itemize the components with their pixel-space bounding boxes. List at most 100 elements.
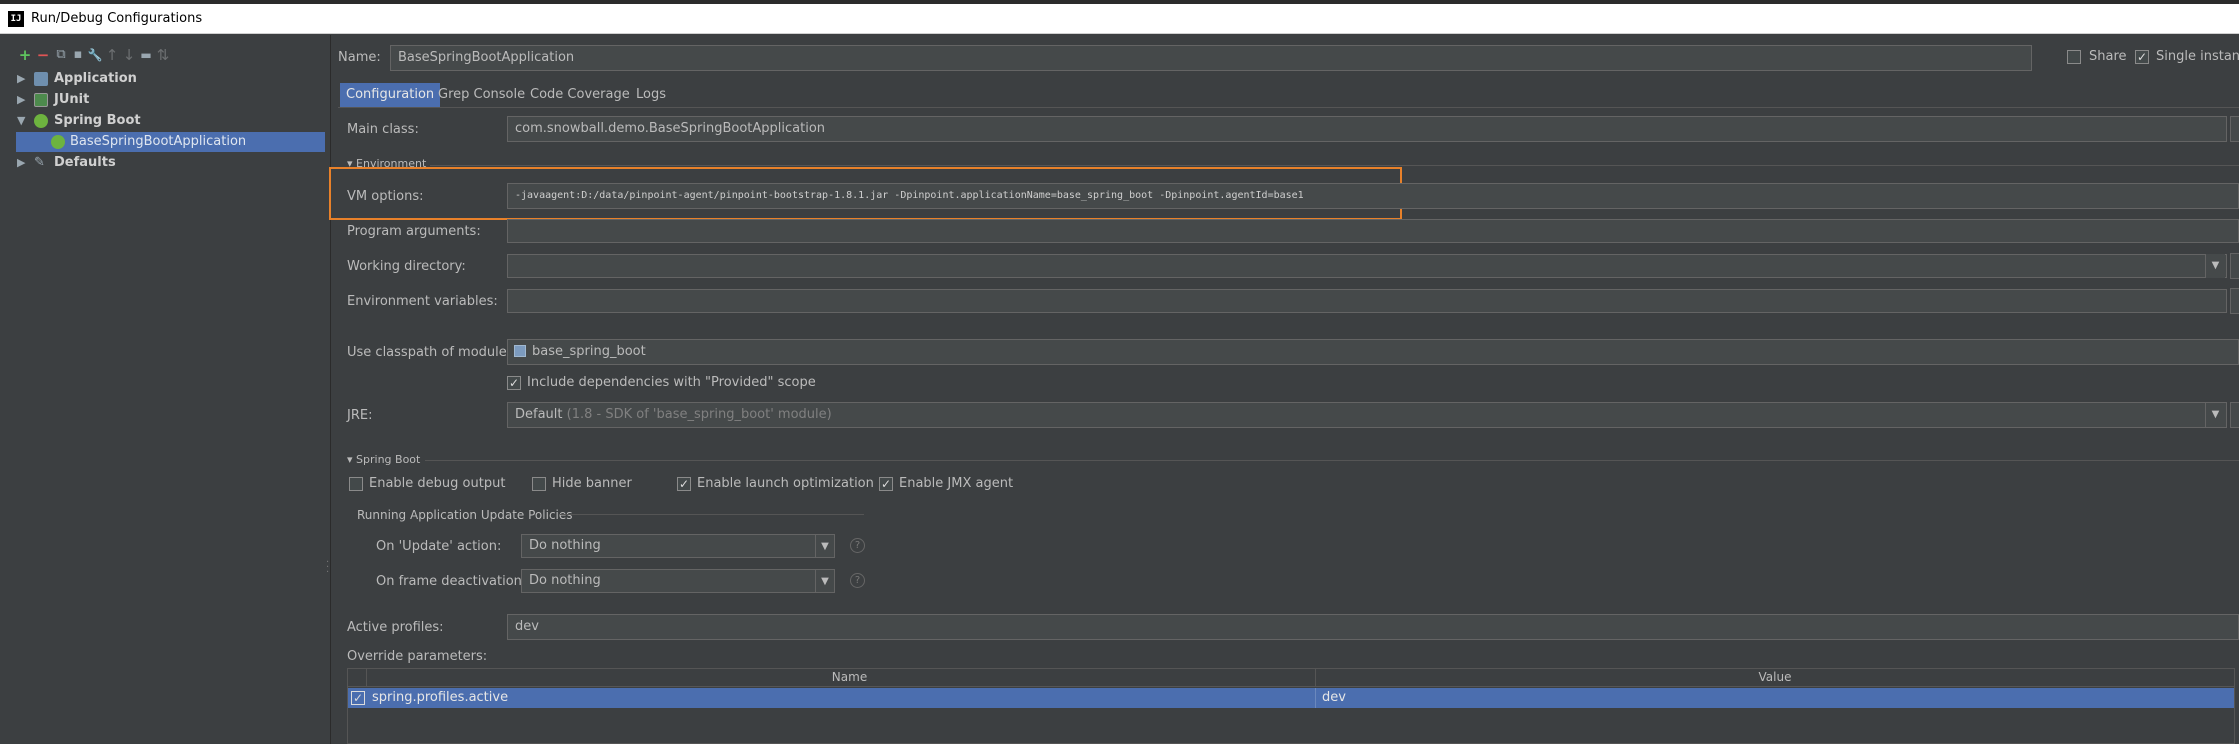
include-dependencies-checkbox[interactable]: ✓ [507,376,521,390]
on-update-action-label: On 'Update' action: [376,539,502,554]
enable-debug-output-label: Enable debug output [369,476,506,491]
spring-boot-icon [34,114,48,128]
on-update-dropdown-icon[interactable]: ▼ [815,534,835,558]
jre-dropdown-icon[interactable]: ▼ [2205,403,2225,427]
classpath-module-select[interactable]: base_spring_boot [507,339,2239,365]
spring-boot-divider [425,460,2239,461]
expand-arrow-icon[interactable]: ▶ [17,90,25,110]
tree-item-application[interactable]: ▶ Application [0,69,330,89]
on-frame-help-icon[interactable]: ? [850,573,865,588]
hide-banner-label: Hide banner [552,476,632,491]
enable-jmx-agent-label: Enable JMX agent [899,476,1014,491]
tree-item-junit[interactable]: ▶ JUnit [0,90,330,110]
folder-icon[interactable]: ▬ [138,47,154,63]
move-up-icon[interactable]: ↑ [104,47,120,63]
sort-icon[interactable]: ⇅ [155,47,171,63]
single-instance-label: Single instance [2156,49,2239,64]
tree-item-label: Application [54,71,137,86]
move-down-icon[interactable]: ↓ [121,47,137,63]
wrench-icon: ✎ [34,155,45,170]
tab-code-coverage[interactable]: Code Coverage [524,83,636,107]
main-class-input[interactable]: com.snowball.demo.BaseSpringBootApplicat… [507,116,2227,142]
tab-grep-console[interactable]: Grep Console [432,83,531,107]
override-parameters-label: Override parameters: [347,649,488,664]
tab-logs[interactable]: Logs [630,83,672,107]
enable-jmx-agent-checkbox[interactable]: ✓ [879,477,893,491]
program-arguments-label: Program arguments: [347,224,481,239]
hide-banner-checkbox[interactable] [532,477,546,491]
table-row[interactable]: ✓ spring.profiles.active dev [348,688,2234,708]
environment-divider [430,165,2239,166]
jre-label: JRE: [347,408,373,423]
on-frame-dropdown-icon[interactable]: ▼ [815,569,835,593]
vm-options-label: VM options: [347,189,424,204]
tree-item-label: JUnit [54,92,90,107]
window-title: Run/Debug Configurations [31,11,203,26]
name-label: Name: [338,50,381,65]
share-checkbox[interactable] [2067,50,2081,64]
name-input[interactable]: BaseSpringBootApplication [390,45,2032,71]
remove-icon[interactable]: − [35,47,51,63]
row-value-cell[interactable]: dev [1322,690,1346,705]
column-divider [1315,688,1316,708]
edit-templates-icon[interactable]: 🔧 [87,47,103,63]
tree-item-label: Spring Boot [54,113,141,128]
enable-debug-output-checkbox[interactable] [349,477,363,491]
table-header: Name Value [348,669,2234,687]
jre-select[interactable]: Default (1.8 - SDK of 'base_spring_boot'… [507,402,2227,428]
expand-arrow-icon[interactable]: ▶ [17,69,25,89]
working-directory-label: Working directory: [347,259,466,274]
browse-working-directory-button[interactable] [2230,253,2239,279]
tree-item-label: BaseSpringBootApplication [70,134,247,149]
collapse-arrow-icon[interactable]: ▾ [347,453,356,466]
tab-configuration[interactable]: Configuration [340,83,441,107]
add-icon[interactable]: + [17,47,33,63]
on-frame-deactivation-select[interactable]: Do nothing [521,569,816,593]
on-update-help-icon[interactable]: ? [850,538,865,553]
edit-environment-variables-button[interactable] [2230,288,2239,314]
active-profiles-input[interactable]: dev [507,614,2239,640]
update-policies-title: Running Application Update Policies [357,508,573,522]
module-icon [514,345,526,357]
browse-main-class-button[interactable] [2230,116,2239,142]
junit-icon [34,93,48,107]
tree-item-defaults[interactable]: ▶ ✎ Defaults [0,153,330,173]
tree-item-label: Defaults [54,155,116,170]
classpath-module-label: Use classpath of module: [347,345,512,360]
splitter-grip-icon[interactable]: · · · [326,558,329,578]
enable-launch-optimization-checkbox[interactable]: ✓ [677,477,691,491]
splitter[interactable] [330,35,331,744]
column-header-value[interactable]: Value [1316,670,2234,684]
jre-hint: (1.8 - SDK of 'base_spring_boot' module) [566,407,832,422]
tree-item-basespringbootapplication[interactable]: BaseSpringBootApplication [16,132,325,152]
on-update-action-select[interactable]: Do nothing [521,534,816,558]
copy-icon[interactable]: ⧉ [53,47,69,63]
enable-launch-optimization-label: Enable launch optimization [697,476,874,491]
collapse-arrow-icon[interactable]: ▼ [17,111,25,131]
row-name-cell[interactable]: spring.profiles.active [372,690,508,705]
single-instance-checkbox[interactable]: ✓ [2135,50,2149,64]
expand-arrow-icon[interactable]: ▶ [17,153,25,173]
environment-variables-input[interactable] [507,289,2227,313]
on-frame-deactivation-label: On frame deactivation: [376,574,527,589]
spring-boot-section-label: Spring Boot [356,453,421,466]
jre-value: Default [515,407,563,422]
tree-item-spring-boot[interactable]: ▼ Spring Boot [0,111,330,131]
intellij-logo-icon: IJ [8,11,24,27]
save-icon[interactable]: ▪ [70,47,86,63]
include-dependencies-label: Include dependencies with "Provided" sco… [527,375,816,390]
column-header-name[interactable]: Name [366,670,1333,684]
working-directory-input[interactable] [507,254,2227,278]
vm-options-input[interactable]: -javaagent:D:/data/pinpoint-agent/pinpoi… [507,183,2239,209]
program-arguments-input[interactable] [507,219,2239,243]
active-profiles-label: Active profiles: [347,620,444,635]
spring-boot-section-title[interactable]: ▾ Spring Boot [347,453,420,466]
environment-variables-label: Environment variables: [347,294,498,309]
update-policies-divider [560,514,864,515]
application-icon [34,72,48,86]
working-directory-dropdown-icon[interactable]: ▼ [2205,254,2225,278]
tabs-underline [338,107,2239,108]
main-class-label: Main class: [347,122,419,137]
row-enabled-checkbox[interactable]: ✓ [351,691,365,705]
browse-jre-button[interactable] [2230,402,2239,428]
